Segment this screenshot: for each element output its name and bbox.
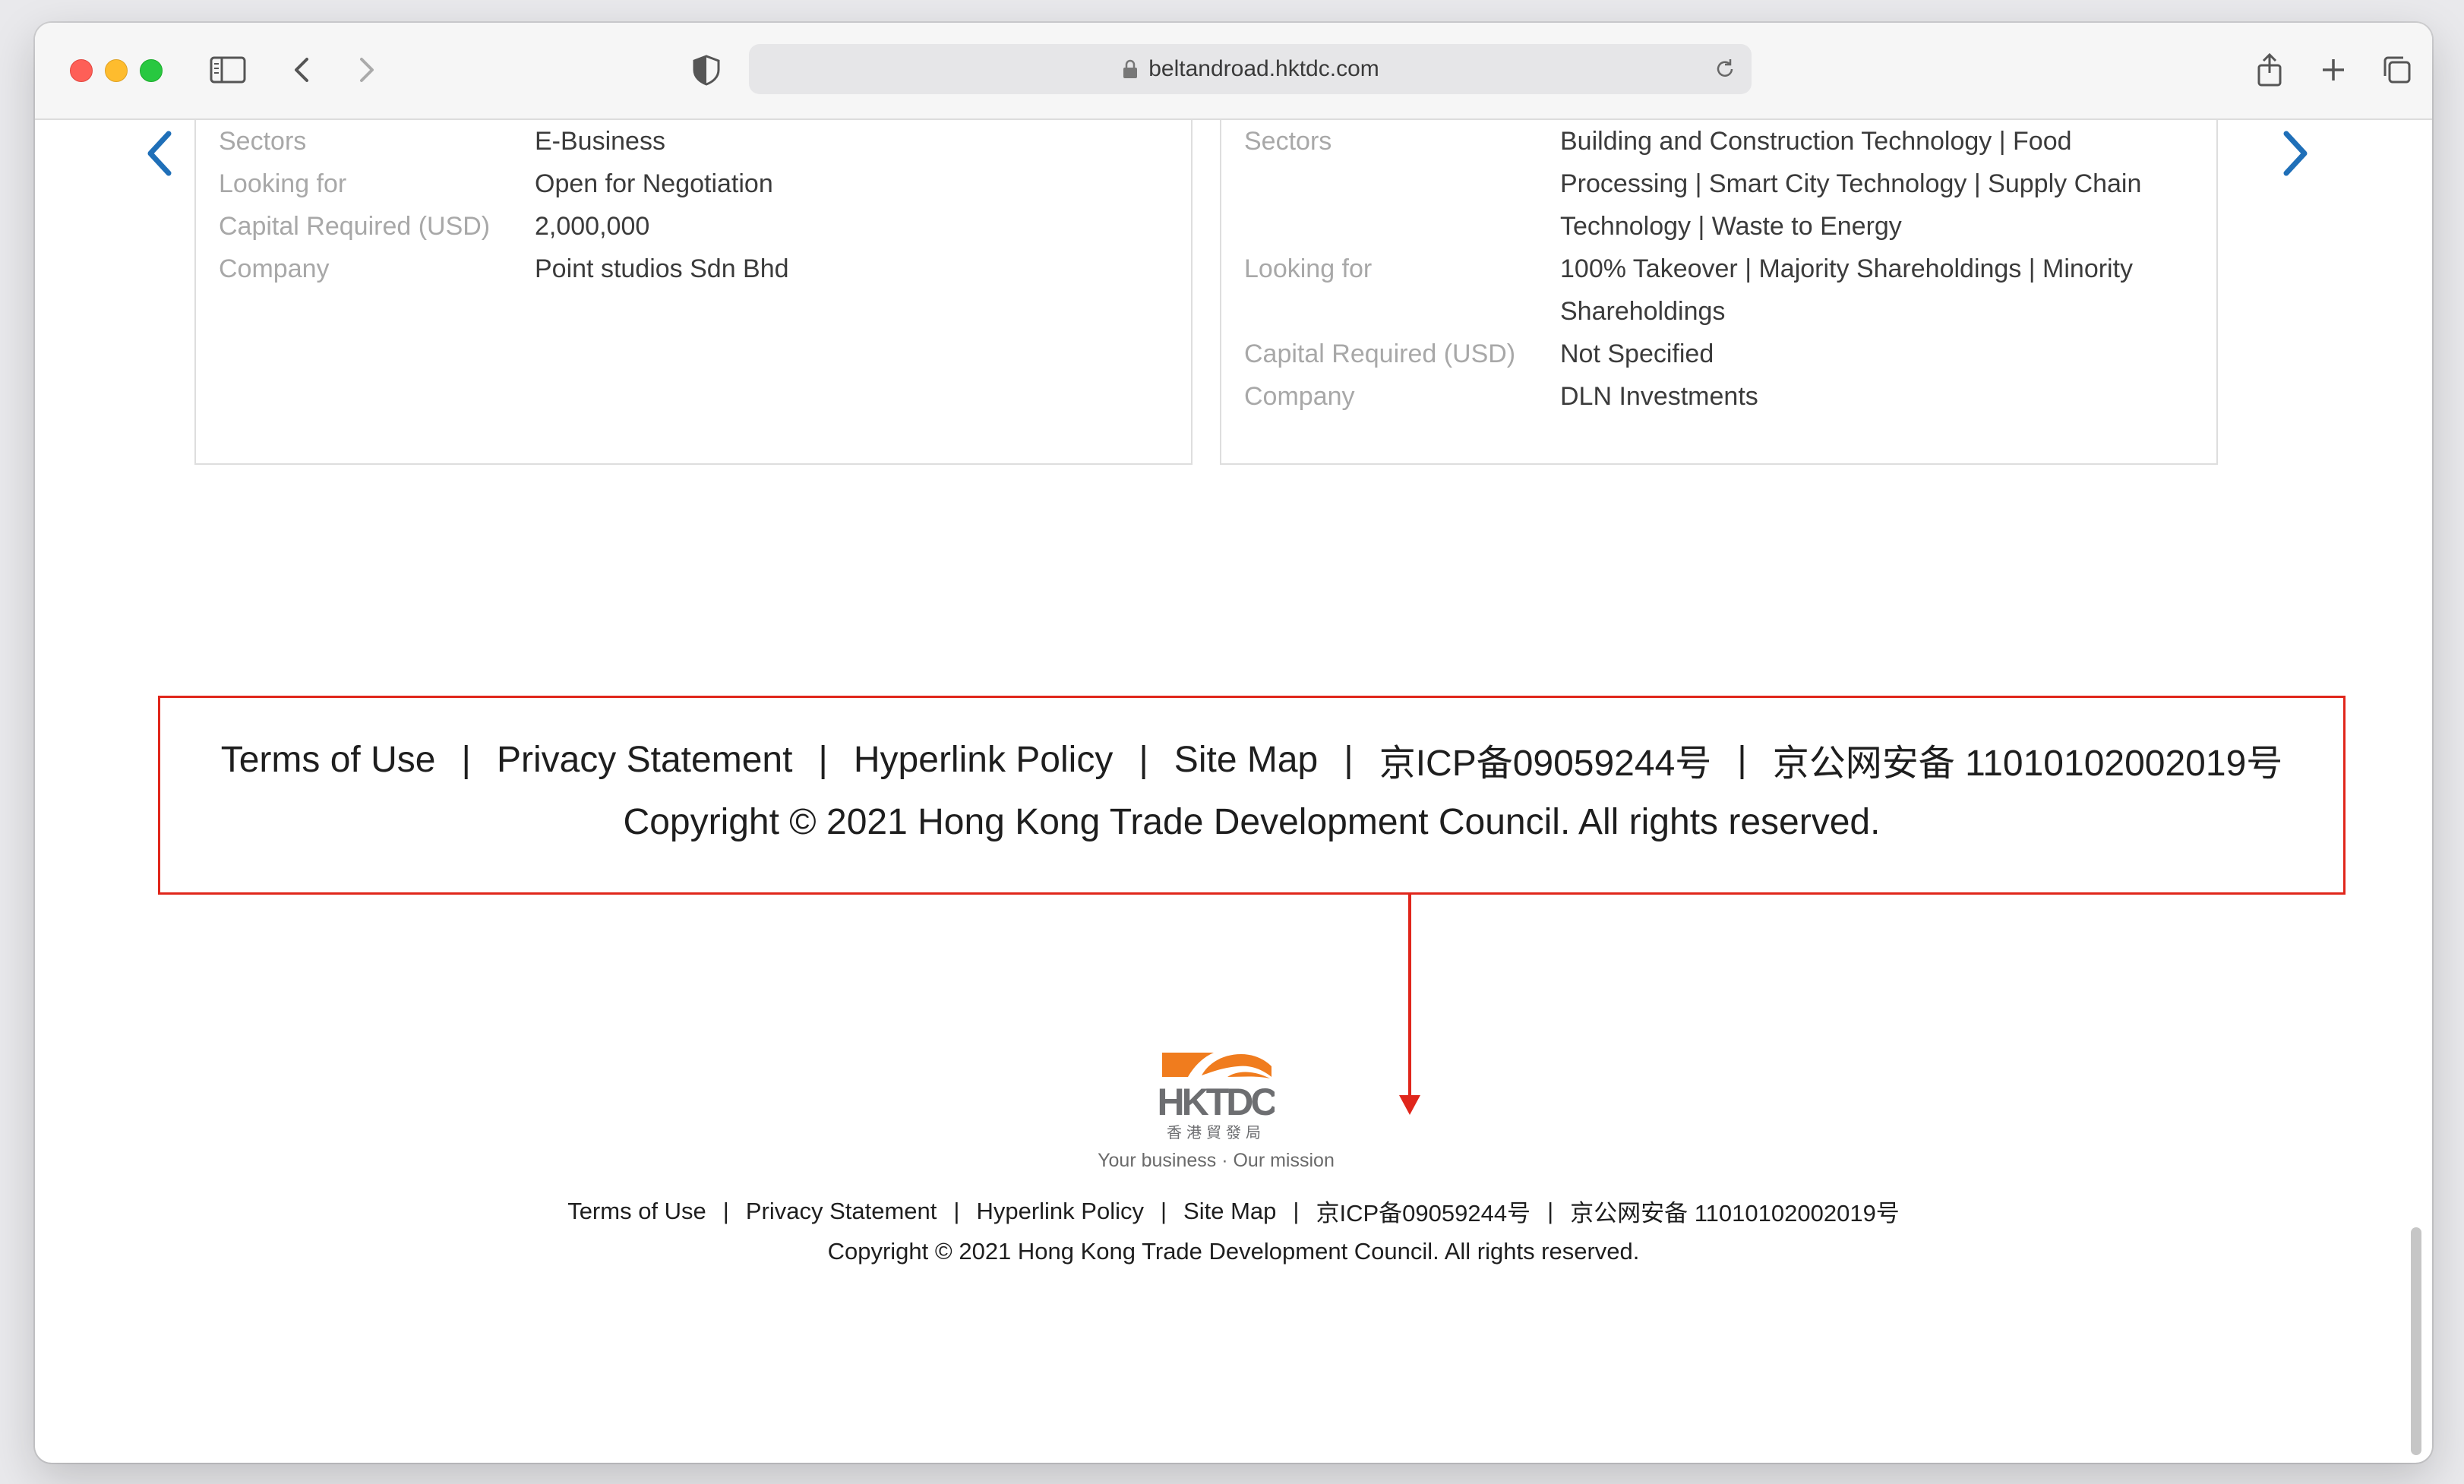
link-separator: |	[1293, 1197, 1300, 1224]
value-line: Building and Construction Technology | F…	[1560, 127, 2072, 156]
chevron-right-icon[interactable]	[2271, 128, 2317, 181]
logo-tagline: Your business · Our mission	[1098, 1150, 1335, 1171]
link-site-map[interactable]: Site Map	[1183, 1198, 1276, 1225]
field-value: Building and Construction Technology | F…	[1560, 120, 2141, 248]
value-line: Processing | Smart City Technology | Sup…	[1560, 169, 2142, 198]
link-separator: |	[1737, 739, 1747, 780]
card-row: Looking for Open for Negotiation	[219, 163, 773, 205]
link-hyperlink-policy[interactable]: Hyperlink Policy	[976, 1198, 1144, 1225]
field-label: Company	[1244, 382, 1355, 411]
zoomed-footer-callout: Terms of Use | Privacy Statement | Hyper…	[158, 696, 2346, 895]
lock-icon	[1123, 59, 1138, 78]
chevron-left-icon[interactable]	[138, 128, 184, 181]
reload-icon[interactable]	[1712, 56, 1738, 82]
field-label: Sectors	[1244, 127, 1332, 156]
value-line: 100% Takeover | Majority Shareholdings |…	[1560, 254, 2134, 283]
card-row: Company Point studios Sdn Bhd	[219, 248, 789, 290]
link-separator: |	[461, 739, 471, 780]
address-bar[interactable]: beltandroad.hktdc.com	[749, 44, 1752, 94]
field-value: 2,000,000	[535, 212, 650, 241]
field-value: DLN Investments	[1560, 382, 1758, 411]
field-value: E-Business	[535, 127, 665, 156]
tabs-overview-icon[interactable]	[2376, 49, 2418, 91]
link-privacy-statement[interactable]: Privacy Statement	[746, 1198, 937, 1225]
zoomed-footer-links: Terms of Use | Privacy Statement | Hyper…	[160, 733, 2343, 786]
url-text: beltandroad.hktdc.com	[1148, 56, 1379, 81]
callout-arrowhead	[1399, 1095, 1420, 1115]
link-separator: |	[1547, 1197, 1554, 1224]
zoomed-copyright: Copyright © 2021 Hong Kong Trade Develop…	[623, 802, 1881, 842]
link-separator: |	[1160, 1197, 1167, 1224]
share-icon[interactable]	[2248, 49, 2291, 91]
field-value: Open for Negotiation	[535, 169, 773, 198]
card-row: Looking for 100% Takeover | Majority Sha…	[1244, 248, 2133, 333]
vertical-scrollbar[interactable]	[2411, 1227, 2421, 1455]
link-separator: |	[818, 739, 828, 780]
field-label: Capital Required (USD)	[219, 212, 491, 241]
back-icon[interactable]	[281, 49, 324, 91]
field-label: Looking for	[219, 169, 347, 198]
new-tab-icon[interactable]	[2312, 49, 2355, 91]
field-label: Looking for	[1244, 254, 1373, 283]
callout-connector-line	[1408, 895, 1411, 1100]
forward-icon[interactable]	[345, 49, 387, 91]
link-separator: |	[1344, 739, 1354, 780]
zoomed-link-site-map[interactable]: Site Map	[1174, 739, 1318, 781]
field-value: Not Specified	[1560, 339, 1714, 368]
browser-toolbar: beltandroad.hktdc.com	[35, 23, 2432, 120]
page-content: Sectors E-Business Looking for Open for …	[35, 120, 2432, 1463]
value-line: Technology | Waste to Energy	[1560, 212, 1902, 241]
link-terms-of-use[interactable]: Terms of Use	[567, 1198, 706, 1225]
link-separator: |	[953, 1197, 960, 1224]
field-label: Company	[219, 254, 330, 283]
zoomed-link-icp[interactable]: 京ICP备09059244号	[1379, 733, 1712, 786]
browser-window: beltandroad.hktdc.com Sectors E-Business…	[35, 23, 2432, 1463]
card-row: Capital Required (USD) Not Specified	[1244, 333, 1714, 375]
card-row: Capital Required (USD) 2,000,000	[219, 205, 649, 248]
footer-copyright: Copyright © 2021 Hong Kong Trade Develop…	[827, 1238, 1640, 1265]
zoomed-link-terms-of-use[interactable]: Terms of Use	[221, 739, 436, 781]
shield-icon[interactable]	[685, 49, 728, 91]
investment-card-1[interactable]: Sectors E-Business Looking for Open for …	[194, 120, 1193, 465]
logo-chinese-text: 香港貿發局	[1167, 1123, 1265, 1141]
hktdc-logo[interactable]: HKTDC 香港貿發局	[1158, 1050, 1275, 1142]
link-separator: |	[1139, 739, 1148, 780]
link-separator: |	[722, 1197, 729, 1224]
field-label: Sectors	[219, 127, 307, 156]
logo-text: HKTDC	[1158, 1081, 1275, 1123]
minimize-window-button[interactable]	[105, 59, 128, 82]
zoom-window-button[interactable]	[140, 59, 163, 82]
close-window-button[interactable]	[70, 59, 93, 82]
link-icp[interactable]: 京ICP备09059244号	[1316, 1194, 1531, 1228]
card-row: Company DLN Investments	[1244, 375, 1758, 418]
sidebar-icon[interactable]	[207, 49, 249, 91]
card-row: Sectors E-Business	[219, 120, 665, 163]
zoomed-link-public-security[interactable]: 京公网安备 11010102002019号	[1773, 733, 2283, 786]
card-row: Sectors Building and Construction Techno…	[1244, 120, 2141, 248]
investment-card-2[interactable]: Sectors Building and Construction Techno…	[1220, 120, 2218, 465]
footer-links: Terms of Use | Privacy Statement | Hyper…	[35, 1194, 2432, 1228]
value-line: Shareholdings	[1560, 297, 1726, 326]
zoomed-link-hyperlink-policy[interactable]: Hyperlink Policy	[854, 739, 1113, 781]
field-label: Capital Required (USD)	[1244, 339, 1516, 368]
zoomed-link-privacy-statement[interactable]: Privacy Statement	[497, 739, 792, 781]
link-public-security[interactable]: 京公网安备 11010102002019号	[1570, 1194, 1900, 1228]
field-value: Point studios Sdn Bhd	[535, 254, 789, 283]
field-value: 100% Takeover | Majority Shareholdings |…	[1560, 248, 2133, 333]
